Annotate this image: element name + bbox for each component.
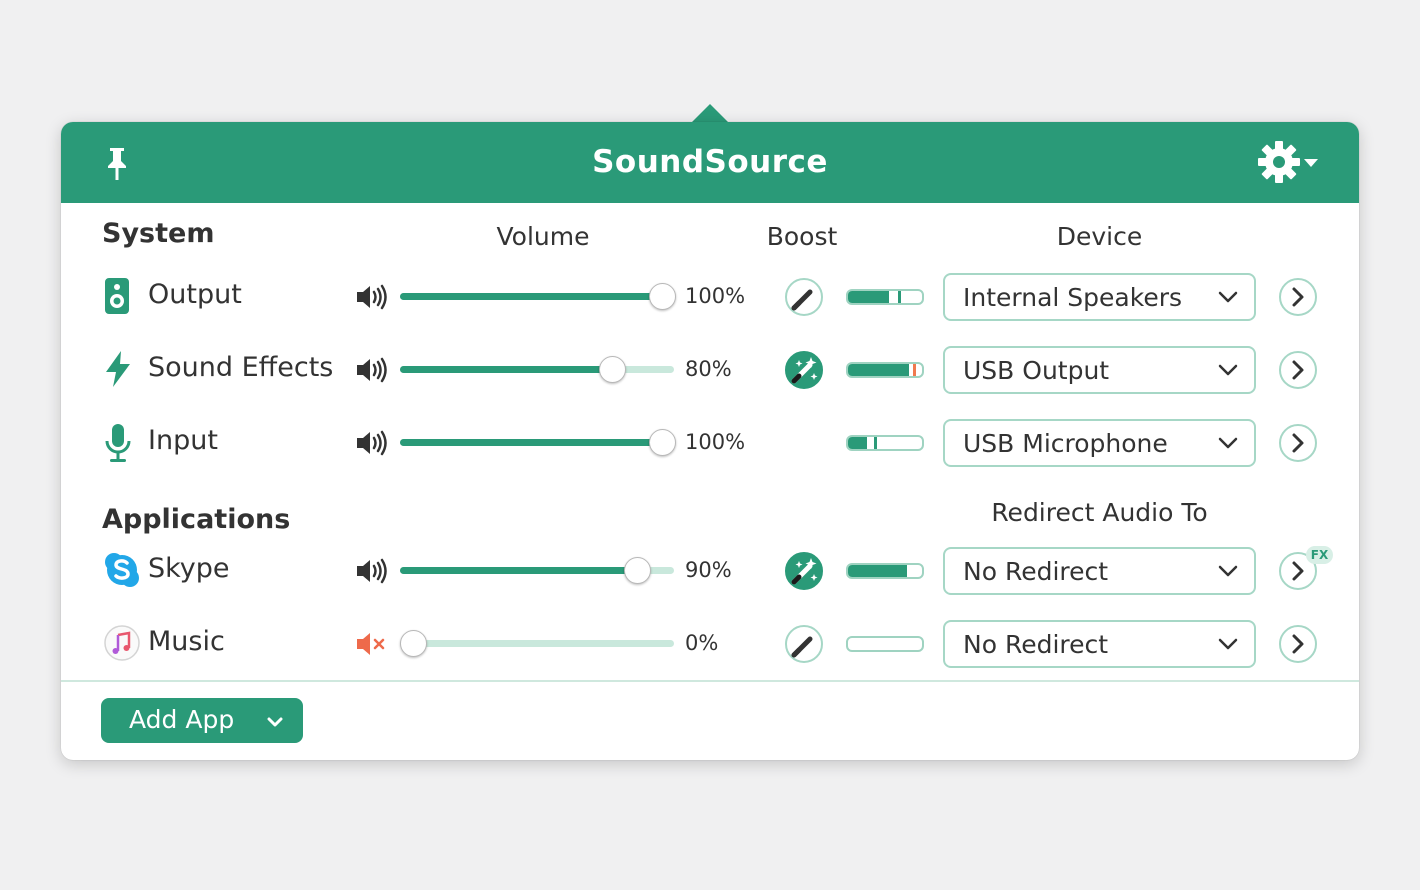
- level-meter-peak: [898, 291, 901, 303]
- speaker-icon[interactable]: [355, 356, 389, 388]
- level-meter: [846, 636, 924, 652]
- fx-badge[interactable]: FX: [1306, 546, 1333, 564]
- add-app-button[interactable]: Add App: [101, 698, 303, 743]
- device-dropdown[interactable]: Internal Speakers: [943, 273, 1256, 321]
- row-label: Sound Effects: [148, 352, 334, 383]
- add-app-label: Add App: [129, 705, 235, 734]
- boost-button[interactable]: [785, 625, 823, 663]
- volume-slider[interactable]: [400, 293, 674, 300]
- column-device: Device: [1056, 222, 1143, 251]
- details-button[interactable]: [1279, 351, 1317, 389]
- volume-fill: [400, 293, 674, 300]
- row-label: Input: [148, 425, 218, 456]
- volume-percent: 90%: [685, 558, 732, 582]
- volume-slider-thumb[interactable]: [649, 429, 676, 456]
- level-meter-fill: [848, 364, 909, 376]
- level-meter-peak: [913, 364, 916, 376]
- chevron-down-icon: [1218, 362, 1238, 381]
- dropdown-value: USB Output: [963, 356, 1110, 385]
- title-bar: SoundSource: [61, 122, 1359, 203]
- level-meter-peak: [874, 437, 877, 449]
- details-button[interactable]: [1279, 625, 1317, 663]
- volume-percent: 100%: [685, 284, 746, 308]
- level-meter-fill: [848, 291, 889, 303]
- column-redirect: Redirect Audio To: [991, 498, 1208, 527]
- speaker-muted-icon[interactable]: [355, 630, 389, 662]
- volume-fill: [400, 366, 619, 373]
- details-button[interactable]: [1279, 278, 1317, 316]
- column-volume: Volume: [496, 222, 590, 251]
- dropdown-value: Internal Speakers: [963, 283, 1183, 312]
- redirect-dropdown[interactable]: No Redirect: [943, 547, 1256, 595]
- volume-slider[interactable]: [400, 366, 674, 373]
- footer-divider: [61, 680, 1359, 682]
- speaker-icon[interactable]: [355, 557, 389, 589]
- volume-fill: [400, 439, 674, 446]
- dropdown-value: USB Microphone: [963, 429, 1168, 458]
- lightning-icon: [103, 350, 133, 392]
- volume-percent: 80%: [685, 357, 732, 381]
- volume-fill: [400, 567, 647, 574]
- volume-slider[interactable]: [400, 640, 674, 647]
- column-boost: Boost: [766, 222, 838, 251]
- popover-arrow: [690, 104, 730, 124]
- volume-slider-thumb[interactable]: [400, 630, 427, 657]
- level-meter-fill: [848, 437, 867, 449]
- music-icon: [103, 624, 141, 666]
- chevron-down-icon: [1218, 636, 1238, 655]
- level-meter: [846, 362, 924, 378]
- soundsource-panel: SoundSource System Volume Boost Device A…: [61, 122, 1359, 760]
- details-button[interactable]: [1279, 424, 1317, 462]
- chevron-down-icon: [1218, 563, 1238, 582]
- level-meter-fill: [848, 565, 907, 577]
- boost-button[interactable]: [785, 552, 823, 590]
- speaker-device-icon: [103, 277, 131, 319]
- section-applications: Applications: [102, 504, 291, 535]
- dropdown-value: No Redirect: [963, 557, 1109, 586]
- level-meter: [846, 435, 924, 451]
- section-system: System: [102, 218, 215, 249]
- redirect-dropdown[interactable]: No Redirect: [943, 620, 1256, 668]
- volume-slider-thumb[interactable]: [649, 283, 676, 310]
- boost-button[interactable]: [785, 351, 823, 389]
- boost-button[interactable]: [785, 278, 823, 316]
- settings-menu-button[interactable]: [1257, 140, 1321, 186]
- speaker-icon[interactable]: [355, 429, 389, 461]
- device-dropdown[interactable]: USB Microphone: [943, 419, 1256, 467]
- row-label: Music: [148, 626, 225, 657]
- chevron-down-icon: [1218, 289, 1238, 308]
- level-meter: [846, 289, 924, 305]
- row-label: Output: [148, 279, 242, 310]
- chevron-down-icon: [267, 714, 283, 733]
- chevron-down-icon: [1218, 435, 1238, 454]
- volume-slider[interactable]: [400, 439, 674, 446]
- level-meter: [846, 563, 924, 579]
- volume-percent: 100%: [685, 430, 746, 454]
- dropdown-value: No Redirect: [963, 630, 1109, 659]
- microphone-icon: [103, 423, 133, 467]
- skype-icon: [103, 551, 141, 593]
- device-dropdown[interactable]: USB Output: [943, 346, 1256, 394]
- volume-percent: 0%: [685, 631, 719, 655]
- volume-slider-thumb[interactable]: [624, 557, 651, 584]
- app-title: SoundSource: [592, 144, 828, 180]
- speaker-icon[interactable]: [355, 283, 389, 315]
- volume-slider-thumb[interactable]: [599, 356, 626, 383]
- row-label: Skype: [148, 553, 230, 584]
